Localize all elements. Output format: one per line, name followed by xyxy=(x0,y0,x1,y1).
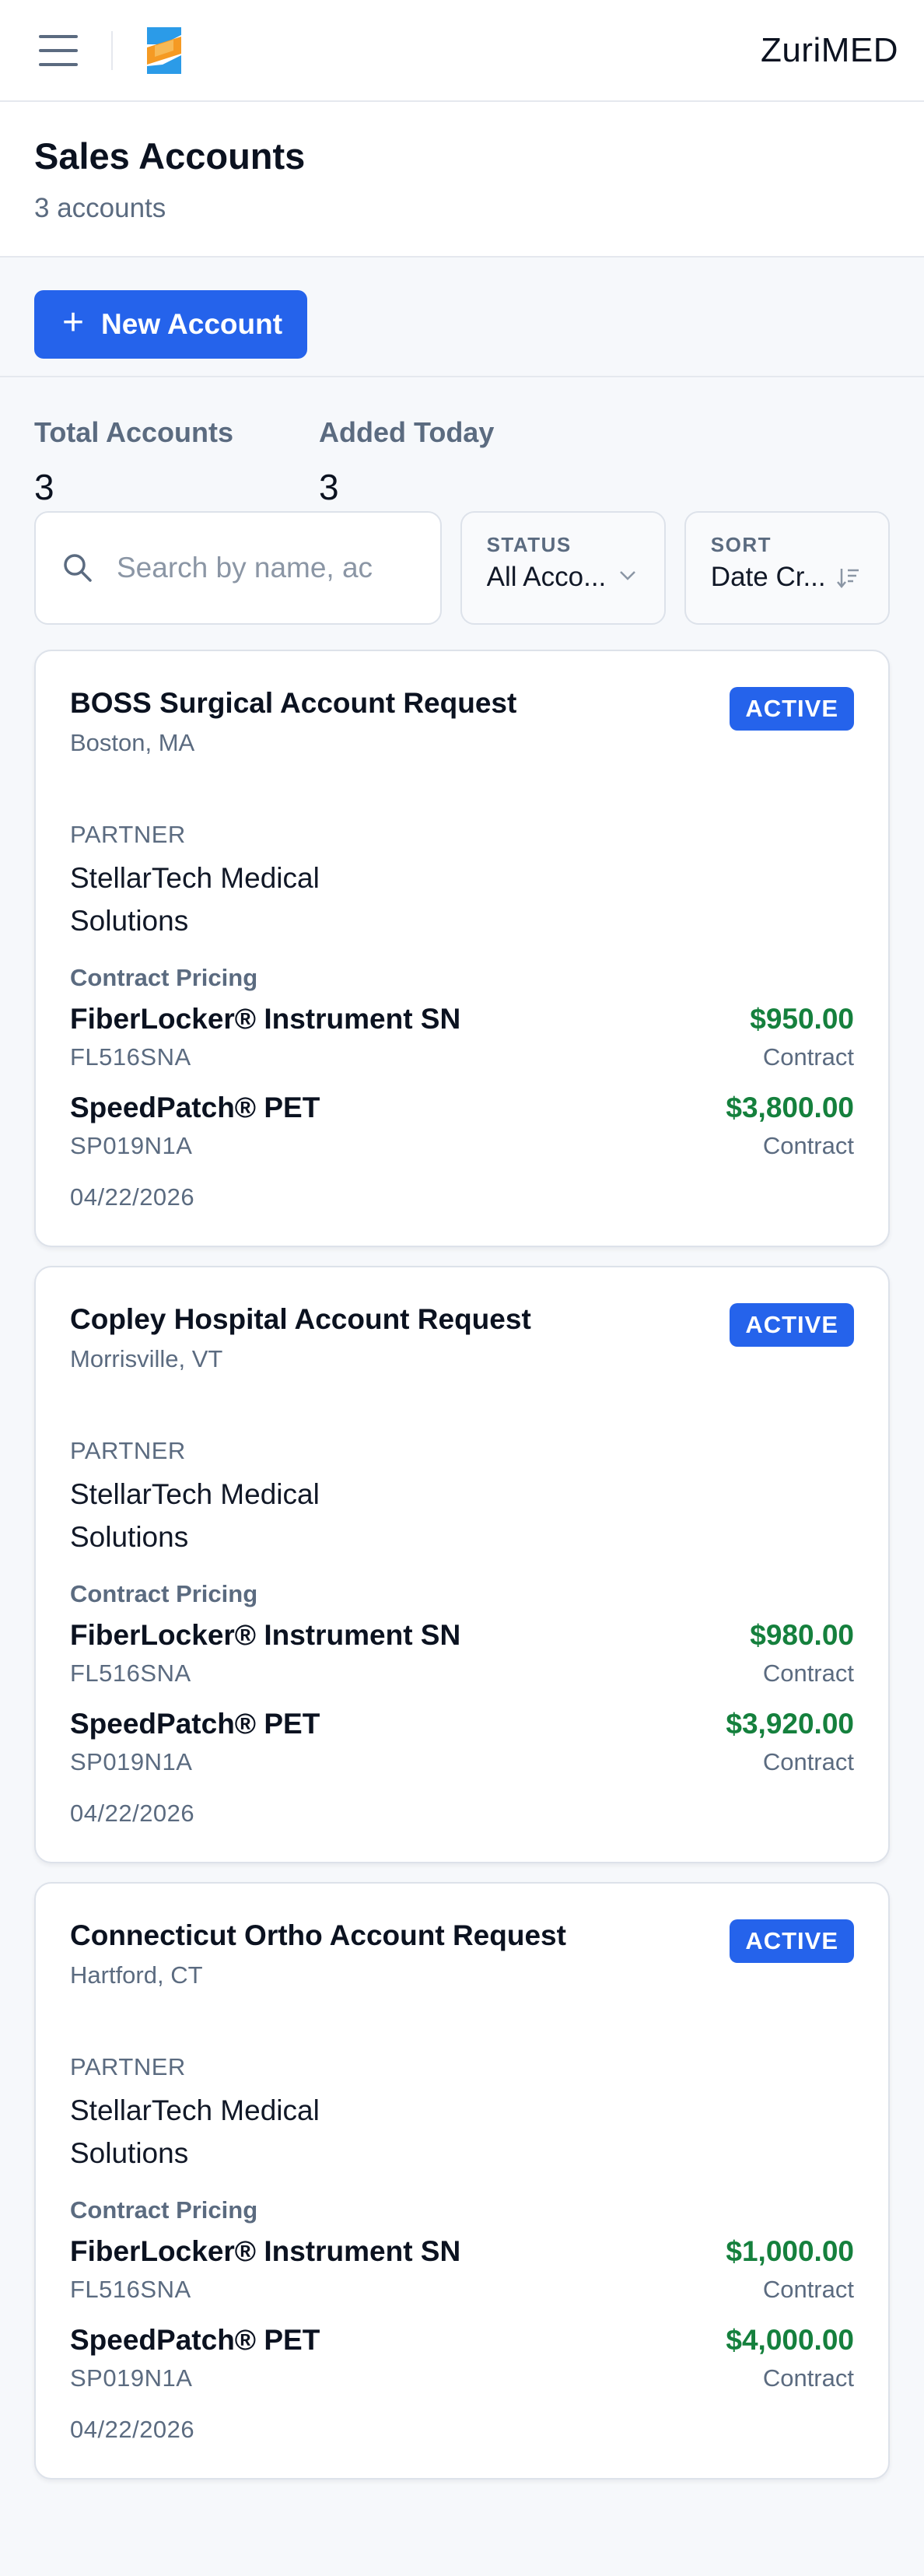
topbar-divider xyxy=(111,30,113,70)
account-date: 04/22/2026 xyxy=(70,1800,195,1827)
account-card[interactable]: BOSS Surgical Account Request Boston, MA… xyxy=(34,650,890,1247)
account-title: Copley Hospital Account Request xyxy=(70,1303,531,1335)
product-price: $3,920.00 xyxy=(726,1708,854,1740)
sort-descending-icon xyxy=(837,569,859,588)
chevron-down-icon xyxy=(619,571,635,580)
product-sku: FL516SNA xyxy=(70,2276,191,2303)
plus-icon: + xyxy=(62,302,85,343)
partner-name: StellarTech Medical Solutions xyxy=(70,1478,320,1553)
price-line-item: SpeedPatch® PET SP019N1A $3,800.00 Contr… xyxy=(70,1092,854,1160)
status-filter-value: All Acco... xyxy=(486,562,607,592)
status-badge: ACTIVE xyxy=(730,1303,854,1347)
product-price: $950.00 xyxy=(750,1003,854,1035)
price-line-item: FiberLocker® Instrument SN FL516SNA $950… xyxy=(70,1003,854,1071)
product-price: $980.00 xyxy=(750,1619,854,1651)
account-date: 04/22/2026 xyxy=(70,1183,195,1211)
filters-row: STATUS All Acco... SORT Date Cr... xyxy=(0,511,924,625)
product-name: SpeedPatch® PET xyxy=(70,1708,320,1740)
pricing-label: Contract Pricing xyxy=(70,1580,258,1607)
price-type: Contract xyxy=(762,1132,854,1159)
page-header: Sales Accounts 3 accounts xyxy=(0,102,924,258)
brand-name: ZuriMED xyxy=(760,30,898,69)
account-list: BOSS Surgical Account Request Boston, MA… xyxy=(0,625,924,2480)
search-icon xyxy=(64,554,92,582)
stat-label: Added Today xyxy=(319,416,495,448)
partner-label: PARTNER xyxy=(70,2053,186,2080)
product-sku: FL516SNA xyxy=(70,1660,191,1687)
product-name: SpeedPatch® PET xyxy=(70,1092,320,1123)
partner-name: StellarTech Medical Solutions xyxy=(70,2094,320,2169)
product-price: $3,800.00 xyxy=(726,1092,854,1123)
product-sku: SP019N1A xyxy=(70,1748,193,1775)
price-line-item: SpeedPatch® PET SP019N1A $4,000.00 Contr… xyxy=(70,2324,854,2392)
status-badge: ACTIVE xyxy=(730,1919,854,1963)
pricing-label: Contract Pricing xyxy=(70,964,258,991)
sort-select[interactable]: SORT Date Cr... xyxy=(684,511,890,625)
new-account-label: New Account xyxy=(101,308,283,340)
page-title: Sales Accounts xyxy=(34,135,306,177)
new-account-button[interactable]: + New Account xyxy=(34,290,308,359)
stat-value: 3 xyxy=(34,467,54,507)
top-bar: ZuriMED xyxy=(0,0,924,102)
price-type: Contract xyxy=(762,1660,854,1687)
action-bar: + New Account xyxy=(0,258,924,377)
price-type: Contract xyxy=(762,2364,854,2392)
zurimed-logo-icon xyxy=(147,26,181,74)
product-price: $4,000.00 xyxy=(726,2324,854,2356)
price-type: Contract xyxy=(762,1043,854,1071)
account-card[interactable]: Copley Hospital Account Request Morrisvi… xyxy=(34,1266,890,1863)
partner-name: StellarTech Medical Solutions xyxy=(70,862,320,937)
account-title: BOSS Surgical Account Request xyxy=(70,687,517,719)
product-sku: SP019N1A xyxy=(70,1132,193,1159)
price-line-item: SpeedPatch® PET SP019N1A $3,920.00 Contr… xyxy=(70,1708,854,1776)
price-line-item: FiberLocker® Instrument SN FL516SNA $980… xyxy=(70,1619,854,1688)
status-badge: ACTIVE xyxy=(730,687,854,731)
product-name: FiberLocker® Instrument SN xyxy=(70,2235,461,2267)
stat-label: Total Accounts xyxy=(34,416,234,448)
account-location: Morrisville, VT xyxy=(70,1345,223,1372)
sort-label: SORT xyxy=(710,533,772,556)
product-name: SpeedPatch® PET xyxy=(70,2324,320,2356)
account-count: 3 accounts xyxy=(34,193,166,223)
search-box[interactable] xyxy=(34,511,442,625)
stat-value: 3 xyxy=(319,467,339,507)
price-type: Contract xyxy=(762,1748,854,1775)
sort-value: Date Cr... xyxy=(710,562,826,592)
product-sku: FL516SNA xyxy=(70,1043,191,1071)
status-filter-label: STATUS xyxy=(486,533,572,556)
hamburger-menu-icon[interactable] xyxy=(39,33,78,68)
account-card[interactable]: Connecticut Ortho Account Request Hartfo… xyxy=(34,1882,890,2480)
price-line-item: FiberLocker® Instrument SN FL516SNA $1,0… xyxy=(70,2235,854,2304)
status-filter-select[interactable]: STATUS All Acco... xyxy=(460,511,666,625)
account-date: 04/22/2026 xyxy=(70,2416,195,2443)
price-type: Contract xyxy=(762,2276,854,2303)
account-title: Connecticut Ortho Account Request xyxy=(70,1919,566,1951)
account-location: Boston, MA xyxy=(70,729,195,756)
search-input[interactable] xyxy=(117,552,381,584)
partner-label: PARTNER xyxy=(70,1437,186,1464)
product-name: FiberLocker® Instrument SN xyxy=(70,1003,461,1035)
partner-label: PARTNER xyxy=(70,821,186,848)
product-sku: SP019N1A xyxy=(70,2364,193,2392)
product-price: $1,000.00 xyxy=(726,2235,854,2267)
account-location: Hartford, CT xyxy=(70,1961,203,1989)
product-name: FiberLocker® Instrument SN xyxy=(70,1619,461,1651)
pricing-label: Contract Pricing xyxy=(70,2196,258,2224)
